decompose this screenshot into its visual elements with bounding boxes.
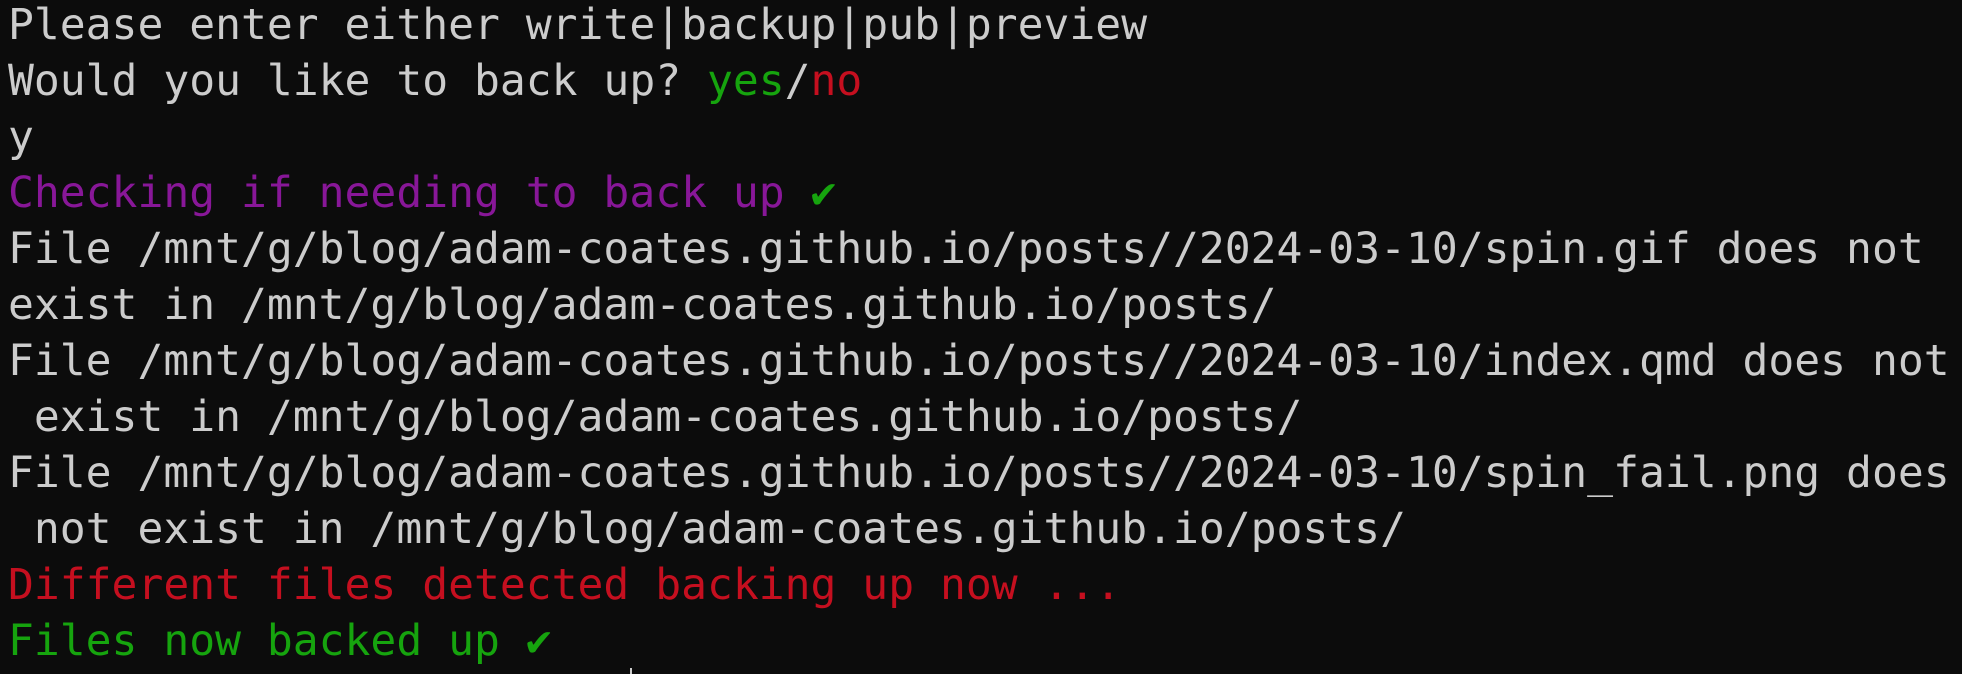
cursor bbox=[630, 668, 632, 674]
file-line-1: File /mnt/g/blog/adam-coates.github.io/p… bbox=[8, 224, 1924, 274]
checking-text: Checking if needing to back up bbox=[8, 168, 811, 218]
prompt-line: Please enter either write|backup|pub|pre… bbox=[8, 0, 1148, 50]
backed-up-text: Files now backed up bbox=[8, 616, 526, 666]
option-separator: / bbox=[784, 56, 811, 106]
checkmark-icon: ✔ bbox=[810, 168, 837, 218]
backup-question-text: Would you like to back up? bbox=[8, 56, 707, 106]
checking-line: Checking if needing to back up ✔ bbox=[8, 165, 836, 221]
file-line-6: not exist in /mnt/g/blog/adam-coates.git… bbox=[8, 504, 1406, 554]
backed-up-line: Files now backed up ✔ bbox=[8, 613, 552, 669]
backup-question-line: Would you like to back up? yes/no bbox=[8, 53, 862, 109]
terminal-window[interactable]: Please enter either write|backup|pub|pre… bbox=[0, 0, 1962, 674]
file-line-3: File /mnt/g/blog/adam-coates.github.io/p… bbox=[8, 336, 1950, 386]
user-input-line: y bbox=[8, 112, 34, 162]
file-line-4: exist in /mnt/g/blog/adam-coates.github.… bbox=[8, 392, 1303, 442]
yes-option: yes bbox=[706, 56, 785, 106]
file-line-2: exist in /mnt/g/blog/adam-coates.github.… bbox=[8, 280, 1277, 330]
checkmark-icon: ✔ bbox=[525, 616, 552, 666]
file-line-5: File /mnt/g/blog/adam-coates.github.io/p… bbox=[8, 448, 1950, 498]
different-files-line: Different files detected backing up now … bbox=[8, 560, 1122, 610]
no-option: no bbox=[810, 56, 863, 106]
